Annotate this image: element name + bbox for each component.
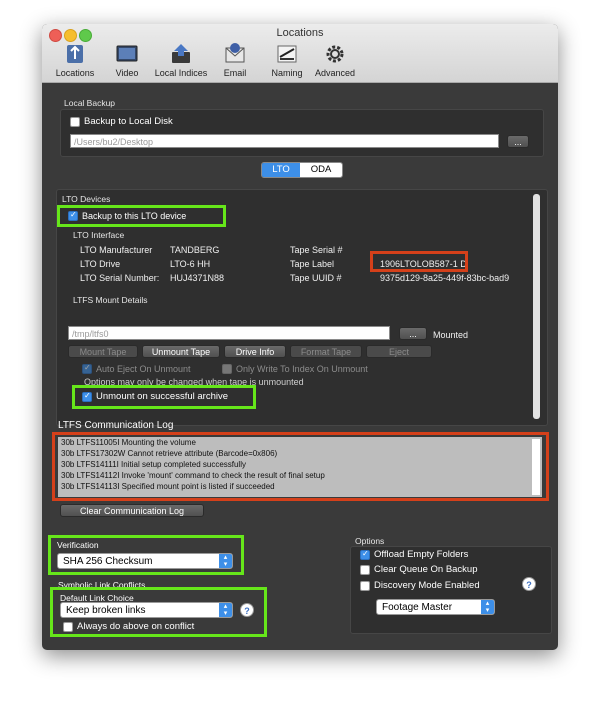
segment-oda[interactable]: ODA (300, 163, 342, 177)
toolbar-label: Local Indices (154, 68, 208, 78)
ltfs-mount-status: Mounted (433, 330, 469, 340)
offload-empty-folders-label: Offload Empty Folders (374, 549, 469, 560)
tape-uuid-value: 9375d129-8a25-449f-83bc-bad9 (380, 273, 510, 283)
lto-drive-value: LTO-6 HH (170, 259, 211, 269)
tape-label-label: Tape Label (290, 259, 335, 269)
offload-empty-folders-checkbox[interactable] (360, 549, 370, 560)
local-backup-path-field[interactable]: /Users/bu2/Desktop (70, 134, 499, 148)
lto-interface-label: LTO Interface (73, 230, 125, 240)
unmount-tape-button[interactable]: Unmount Tape (142, 345, 220, 358)
only-write-index-label: Only Write To Index On Unmount (236, 364, 368, 374)
clear-queue-checkbox[interactable] (360, 565, 370, 575)
tape-serial-label: Tape Serial # (290, 245, 343, 255)
advanced-gear-icon (326, 45, 344, 63)
backup-local-disk-checkbox[interactable] (70, 117, 80, 127)
toolbar-label: Video (115, 68, 139, 78)
symlink-help-button[interactable]: ? (240, 603, 254, 617)
local-indices-icon (172, 44, 190, 63)
discovery-mode-checkbox[interactable] (360, 581, 370, 591)
highlight-backup-lto (57, 205, 226, 227)
auto-eject-checkbox[interactable] (82, 363, 92, 374)
backup-local-disk-label: Backup to Local Disk (84, 116, 173, 127)
lto-serial-value: HUJ4371N88 (170, 273, 225, 283)
always-do-above-checkbox[interactable] (63, 622, 73, 632)
select-arrows-icon: ▴ ▾ (481, 600, 494, 614)
lto-manufacturer-value: TANDBERG (170, 245, 220, 255)
email-icon (225, 43, 245, 63)
toolbar-item-video[interactable]: Video (96, 42, 158, 82)
lto-drive-label: LTO Drive (80, 259, 121, 269)
discovery-mode-label: Discovery Mode Enabled (374, 580, 480, 591)
lto-panel-scrollbar[interactable] (533, 194, 540, 419)
only-write-index-checkbox[interactable] (222, 364, 232, 374)
preset-select[interactable]: Footage Master ▴ ▾ (376, 599, 495, 615)
eject-button[interactable]: Eject (366, 345, 432, 358)
window-titlebar: Locations Locations Video Local Indices (42, 24, 558, 83)
ltfs-mount-browse-button[interactable]: ... (399, 327, 427, 340)
clear-comm-log-button[interactable]: Clear Communication Log (60, 504, 204, 517)
options-help-button[interactable]: ? (522, 577, 536, 591)
verification-selected-value: SHA 256 Checksum (63, 556, 153, 567)
always-do-above-label: Always do above on conflict (77, 621, 195, 632)
local-backup-browse-button[interactable]: ... (507, 135, 529, 148)
highlight-tape-label (370, 251, 468, 272)
auto-eject-label: Auto Eject On Unmount (96, 364, 191, 374)
naming-icon (277, 45, 297, 63)
format-tape-button[interactable]: Format Tape (290, 345, 362, 358)
lto-serial-label: LTO Serial Number: (80, 273, 160, 283)
toolbar-item-advanced[interactable]: Advanced (304, 42, 366, 82)
window-title: Locations (276, 27, 324, 39)
highlight-comm-log (52, 432, 549, 501)
toolbar-item-local-indices[interactable]: Local Indices (150, 42, 212, 82)
clear-queue-label: Clear Queue On Backup (374, 564, 478, 575)
drive-info-button[interactable]: Drive Info (224, 345, 286, 358)
lto-devices-section-label: LTO Devices (62, 194, 111, 204)
locations-icon (67, 45, 83, 63)
segment-lto[interactable]: LTO (262, 163, 300, 177)
select-arrows-icon: ▴ ▾ (219, 603, 232, 617)
ltfs-mount-details-label: LTFS Mount Details (73, 295, 148, 305)
link-choice-selected-value: Keep broken links (66, 605, 146, 616)
local-backup-section-label: Local Backup (64, 98, 116, 108)
lto-manufacturer-label: LTO Manufacturer (80, 245, 153, 255)
mount-tape-button[interactable]: Mount Tape (68, 345, 138, 358)
preset-selected-value: Footage Master (382, 602, 453, 613)
verification-section-label: Verification (57, 540, 99, 550)
video-icon (116, 45, 138, 62)
lto-oda-segmented-control: LTO ODA (261, 162, 343, 178)
locations-window: Locations Locations Video Local Indices (42, 24, 558, 650)
options-section-label: Options (355, 536, 385, 546)
verification-select[interactable]: SHA 256 Checksum ▴ ▾ (57, 553, 233, 569)
select-arrows-icon: ▴ ▾ (219, 554, 232, 568)
toolbar-label: Advanced (314, 68, 356, 78)
link-choice-select[interactable]: Keep broken links ▴ ▾ (60, 602, 233, 618)
tape-uuid-label: Tape UUID # (290, 273, 342, 283)
ltfs-mount-path-field[interactable]: /tmp/ltfs0 (68, 326, 390, 340)
highlight-unmount-archive (72, 385, 256, 409)
comm-log-title: LTFS Communication Log (58, 420, 174, 431)
